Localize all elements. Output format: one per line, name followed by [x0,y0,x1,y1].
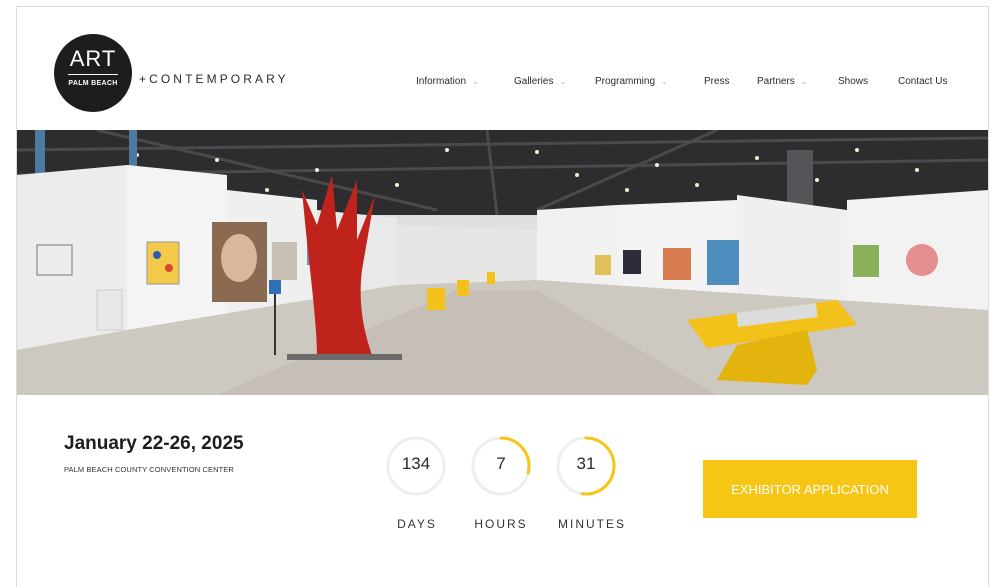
nav-item-information[interactable]: Information ⌄ [416,76,479,87]
nav-item-press[interactable]: Press [704,76,730,87]
art-palm-beach-logo[interactable]: ART PALM BEACH [54,34,132,112]
chevron-down-icon: ⌄ [661,77,668,86]
countdown-minutes-label: MINUTES [558,517,626,531]
nav-item-label: Contact Us [898,76,948,87]
chevron-down-icon: ⌄ [800,77,808,86]
event-venue: PALM BEACH COUNTY CONVENTION CENTER [64,465,234,474]
nav-item-label: Shows [838,76,869,87]
countdown-days-label: DAYS [397,517,437,531]
nav-item-label: Partners [757,76,795,87]
countdown-hours-value: 7 [496,454,506,473]
nav-item-partners[interactable]: Partners ⌄ [757,76,808,87]
countdown-minutes: 31 [555,435,617,497]
countdown-hours: 7 [470,435,532,497]
countdown-days-value: 134 [401,454,431,473]
countdown-days: 134 [385,435,447,497]
logo-art-text: ART [69,46,117,71]
countdown-hours-label: HOURS [474,517,528,531]
nav-item-contact-us[interactable]: Contact Us [898,76,947,87]
gallery-illustration [17,130,988,395]
nav-item-programming[interactable]: Programming ⌄ [595,76,668,87]
chevron-down-icon: ⌄ [559,77,567,86]
page-frame: ART PALM BEACH +CONTEMPORARY Information… [16,6,989,587]
nav-item-shows[interactable]: Shows [838,76,868,87]
nav-item-galleries[interactable]: Galleries ⌄ [514,76,566,87]
logo-divider [68,74,118,75]
event-dates: January 22-26, 2025 [64,433,244,454]
countdown-minutes-value: 31 [576,454,596,473]
nav-item-label: Programming [595,76,656,87]
nav-item-label: Information [416,76,467,87]
exhibitor-application-button[interactable]: EXHIBITOR APPLICATION [703,460,917,518]
chevron-down-icon: ⌄ [472,77,479,86]
hero-gallery-image [17,130,988,395]
nav-item-label: Galleries [514,76,554,87]
main-nav: Information ⌄ Galleries ⌄ Programming ⌄ Pre… [17,76,988,92]
nav-item-label: Press [704,76,730,87]
